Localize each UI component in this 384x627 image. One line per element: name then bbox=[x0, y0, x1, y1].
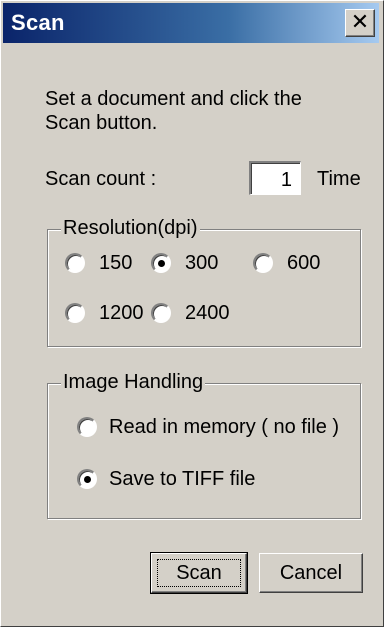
resolution-2400-label[interactable]: 2400 bbox=[185, 301, 230, 325]
resolution-1200-radio[interactable] bbox=[65, 303, 85, 323]
resolution-legend: Resolution(dpi) bbox=[61, 217, 200, 239]
radio-dot bbox=[158, 260, 165, 267]
read-in-memory-label[interactable]: Read in memory ( no file ) bbox=[109, 415, 339, 439]
scan-count-input[interactable]: 1 bbox=[249, 161, 301, 195]
title-bar[interactable]: Scan ✕ bbox=[3, 3, 379, 43]
close-button[interactable]: ✕ bbox=[345, 9, 375, 37]
focus-rectangle bbox=[157, 559, 241, 587]
resolution-150-label[interactable]: 150 bbox=[99, 251, 132, 275]
window-title: Scan bbox=[11, 10, 65, 35]
resolution-300-radio[interactable] bbox=[151, 253, 171, 273]
resolution-group bbox=[47, 229, 361, 347]
resolution-300-label[interactable]: 300 bbox=[185, 251, 218, 275]
read-in-memory-radio[interactable] bbox=[77, 417, 97, 437]
save-tiff-label[interactable]: Save to TIFF file bbox=[109, 467, 255, 491]
image-handling-legend: Image Handling bbox=[61, 371, 206, 393]
radio-dot bbox=[84, 476, 91, 483]
scan-button[interactable]: Scan bbox=[150, 552, 248, 594]
image-handling-group bbox=[47, 383, 361, 519]
cancel-button[interactable]: Cancel bbox=[259, 553, 363, 593]
instructions-text: Set a document and click the Scan button… bbox=[45, 88, 302, 134]
resolution-150-radio[interactable] bbox=[65, 253, 85, 273]
resolution-600-label[interactable]: 600 bbox=[287, 251, 320, 275]
scan-dialog: Scan ✕ Set a document and click the Scan… bbox=[0, 0, 384, 627]
cancel-button-label: Cancel bbox=[279, 562, 343, 584]
save-tiff-radio[interactable] bbox=[77, 469, 97, 489]
resolution-1200-label[interactable]: 1200 bbox=[99, 301, 144, 325]
scan-count-label: Scan count : bbox=[45, 168, 157, 190]
scan-count-unit: Time bbox=[317, 168, 361, 190]
resolution-2400-radio[interactable] bbox=[151, 303, 171, 323]
resolution-600-radio[interactable] bbox=[253, 253, 273, 273]
close-icon: ✕ bbox=[350, 9, 370, 34]
